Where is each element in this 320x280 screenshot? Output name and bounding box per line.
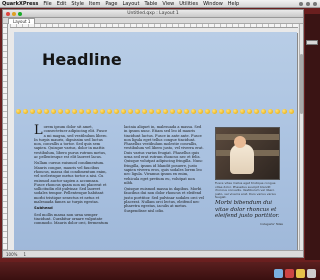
bead-dot bbox=[16, 109, 21, 114]
menu-bar: QuarkXPress File Edit Style Item Page La… bbox=[0, 0, 320, 8]
bead-dot bbox=[135, 109, 140, 114]
bead-dot bbox=[30, 109, 35, 114]
bead-dot bbox=[247, 109, 252, 114]
spotlight-icon[interactable] bbox=[313, 1, 317, 6]
bead-dot bbox=[240, 109, 245, 114]
headline-text[interactable]: Headline bbox=[42, 50, 122, 69]
menu-utilities[interactable]: Utilities bbox=[179, 1, 198, 7]
col1-subhead: Subhead bbox=[34, 205, 53, 211]
bead-dot bbox=[177, 109, 182, 114]
vertical-scrollbar[interactable] bbox=[299, 24, 303, 250]
drop-cap: L bbox=[34, 123, 43, 138]
menu-help[interactable]: Help bbox=[228, 1, 239, 7]
bead-dot bbox=[72, 109, 77, 114]
bead-dot bbox=[149, 109, 154, 114]
col2-paragraph-1: lacinia aliquet in, malesuada a massa. S… bbox=[124, 125, 204, 185]
zoom-level[interactable]: 100% bbox=[6, 252, 17, 257]
bead-dot bbox=[219, 109, 224, 114]
status-bar: 100% 1 bbox=[3, 250, 303, 257]
trash-icon[interactable] bbox=[307, 269, 316, 278]
bead-dot bbox=[128, 109, 133, 114]
dock-tray bbox=[274, 269, 316, 278]
bead-dot bbox=[121, 109, 126, 114]
bead-dot bbox=[261, 109, 266, 114]
palette-tab[interactable] bbox=[306, 40, 318, 45]
finder-icon[interactable] bbox=[274, 269, 283, 278]
bead-dot bbox=[58, 109, 63, 114]
layout-page[interactable]: Headline Lorem ipsum dolor sit amet, con… bbox=[14, 32, 297, 257]
photo-caption[interactable]: Fusce vitae metus eget tristique congue … bbox=[215, 181, 282, 200]
menu-table[interactable]: Table bbox=[144, 1, 157, 7]
menu-file[interactable]: File bbox=[43, 1, 51, 7]
photo-person bbox=[230, 144, 254, 174]
col1-para1-text: orem ipsum dolor sit amet, consectetuer … bbox=[34, 125, 108, 160]
credit-line[interactable]: Indagator fides bbox=[260, 222, 283, 226]
col1-paragraph-2: Nullam cursus euismod condimentum. Mauri… bbox=[34, 161, 107, 205]
menu-window[interactable]: Window bbox=[203, 1, 223, 7]
bead-dot bbox=[65, 109, 70, 114]
bead-dot bbox=[198, 109, 203, 114]
volume-icon[interactable] bbox=[306, 1, 310, 6]
menu-edit[interactable]: Edit bbox=[57, 1, 67, 7]
photo-box[interactable] bbox=[215, 127, 280, 180]
folder-icon[interactable] bbox=[296, 269, 305, 278]
window-controls bbox=[6, 12, 22, 16]
bead-dot bbox=[163, 109, 168, 114]
menu-page[interactable]: Page bbox=[105, 1, 117, 7]
col1-paragraph-3: Sed mollis massa non urna semper tincidu… bbox=[34, 212, 108, 226]
col2-paragraph-2: Quisque euismod massa in dapibus. Morbi … bbox=[124, 187, 204, 213]
bead-dot bbox=[79, 109, 84, 114]
vertical-ruler[interactable] bbox=[3, 24, 8, 250]
bead-dot bbox=[233, 109, 238, 114]
bead-dot bbox=[100, 109, 105, 114]
col1-paragraph-1: Lorem ipsum dolor sit amet, consectetuer… bbox=[34, 123, 108, 160]
menubar-status-area bbox=[299, 1, 320, 6]
bead-dot bbox=[114, 109, 119, 114]
bead-dot bbox=[226, 109, 231, 114]
bead-dot bbox=[86, 109, 91, 114]
app-icon[interactable] bbox=[285, 269, 294, 278]
bead-dot bbox=[37, 109, 42, 114]
app-menu[interactable]: QuarkXPress bbox=[2, 1, 38, 7]
bead-dot bbox=[212, 109, 217, 114]
bead-dot bbox=[282, 109, 287, 114]
zoom-icon[interactable] bbox=[18, 12, 22, 16]
bead-dot bbox=[170, 109, 175, 114]
document-window: Untitled.qxp : Layout 1 Layout 1 Headlin… bbox=[2, 9, 304, 258]
text-column-1[interactable]: Lorem ipsum dolor sit amet, consectetuer… bbox=[34, 123, 108, 228]
window-titlebar[interactable]: Untitled.qxp : Layout 1 bbox=[3, 10, 303, 18]
close-icon[interactable] bbox=[6, 12, 10, 16]
bead-dot bbox=[23, 109, 28, 114]
status-icon[interactable] bbox=[299, 1, 303, 6]
menu-layout[interactable]: Layout bbox=[122, 1, 139, 7]
menu-view[interactable]: View bbox=[162, 1, 174, 7]
right-desktop-area bbox=[305, 14, 320, 260]
minimize-icon[interactable] bbox=[12, 12, 16, 16]
bead-dot bbox=[93, 109, 98, 114]
menu-style[interactable]: Style bbox=[71, 1, 84, 7]
horizontal-ruler[interactable] bbox=[10, 24, 298, 28]
bead-dot bbox=[51, 109, 56, 114]
bead-dot bbox=[142, 109, 147, 114]
window-title: Untitled.qxp : Layout 1 bbox=[127, 11, 179, 16]
photo-head bbox=[234, 136, 246, 148]
dock-bar bbox=[0, 262, 320, 280]
menu-item[interactable]: Item bbox=[89, 1, 100, 7]
bead-dot bbox=[289, 109, 294, 114]
pull-quote[interactable]: Morbi bibendum dui vitae dolor rhoncus e… bbox=[215, 200, 285, 220]
bead-dot bbox=[254, 109, 259, 114]
bead-dot bbox=[184, 109, 189, 114]
scrollbar-thumb[interactable] bbox=[300, 54, 303, 114]
dot-rule[interactable] bbox=[16, 109, 297, 115]
bead-dot bbox=[205, 109, 210, 114]
page-indicator[interactable]: 1 bbox=[23, 252, 26, 257]
text-column-2[interactable]: lacinia aliquet in, malesuada a massa. S… bbox=[124, 125, 204, 215]
bead-dot bbox=[268, 109, 273, 114]
bead-dot bbox=[156, 109, 161, 114]
bead-dot bbox=[44, 109, 49, 114]
bead-dot bbox=[275, 109, 280, 114]
bead-dot bbox=[191, 109, 196, 114]
bead-dot bbox=[107, 109, 112, 114]
photo-shelf bbox=[216, 134, 279, 140]
